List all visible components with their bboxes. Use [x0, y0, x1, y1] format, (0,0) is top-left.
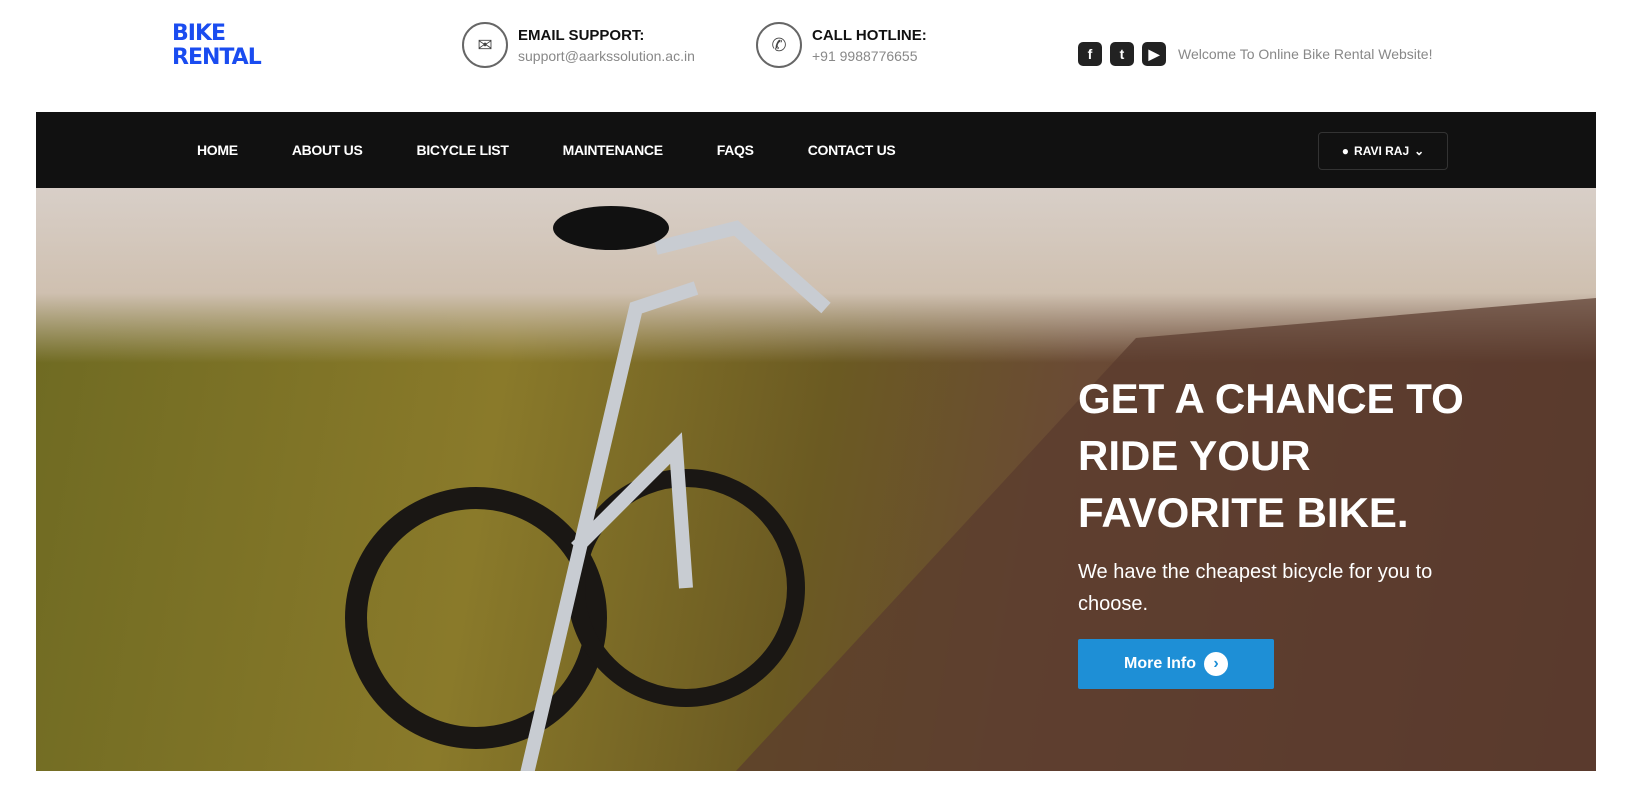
- arrow-right-circle-icon: ›: [1204, 652, 1228, 676]
- welcome-text: Welcome To Online Bike Rental Website!: [1178, 46, 1433, 62]
- email-label: EMAIL SUPPORT:: [518, 26, 645, 44]
- envelope-icon: ✉: [462, 22, 508, 68]
- logo-line-1: BIKE: [172, 21, 226, 46]
- social-links: f t ▶ Welcome To Online Bike Rental Webs…: [1078, 42, 1432, 66]
- nav-faqs[interactable]: FAQS: [717, 142, 754, 158]
- more-info-label: More Info: [1124, 655, 1196, 672]
- hero-banner: GET A CHANCE TO RIDE YOUR FAVORITE BIKE.…: [36, 188, 1596, 771]
- more-info-button[interactable]: More Info ›: [1078, 639, 1274, 689]
- logo-line-2: RENTAL: [172, 45, 262, 70]
- email-value[interactable]: support@aarkssolution.ac.in: [518, 48, 695, 64]
- user-name: RAVI RAJ: [1354, 144, 1410, 158]
- nav-about-us[interactable]: ABOUT US: [292, 142, 363, 158]
- nav-maintenance[interactable]: MAINTENANCE: [563, 142, 663, 158]
- email-support: ✉ EMAIL SUPPORT: support@aarkssolution.a…: [462, 22, 695, 68]
- hero-headline: GET A CHANCE TO RIDE YOUR FAVORITE BIKE.: [1078, 375, 1464, 536]
- hero-subtitle: We have the cheapest bicycle for you to …: [1078, 561, 1433, 615]
- youtube-icon[interactable]: ▶: [1142, 42, 1166, 66]
- twitter-icon[interactable]: t: [1110, 42, 1134, 66]
- nav-bicycle-list[interactable]: BICYCLE LIST: [417, 142, 509, 158]
- phone-icon: ✆: [756, 22, 802, 68]
- nav-home[interactable]: HOME: [197, 142, 238, 158]
- chevron-down-icon: ⌄: [1414, 144, 1425, 158]
- hotline-value[interactable]: +91 9988776655: [812, 48, 927, 64]
- main-nav: HOME ABOUT US BICYCLE LIST MAINTENANCE F…: [36, 112, 1596, 188]
- nav-contact-us[interactable]: CONTACT US: [808, 142, 896, 158]
- user-menu-button[interactable]: ● RAVI RAJ ⌄: [1318, 132, 1448, 170]
- facebook-icon[interactable]: f: [1078, 42, 1102, 66]
- bike-saddle: [553, 206, 669, 250]
- call-hotline: ✆ CALL HOTLINE: +91 9988776655: [756, 22, 927, 68]
- hotline-label: CALL HOTLINE:: [812, 26, 927, 44]
- site-logo[interactable]: BIKE RENTAL: [172, 22, 308, 82]
- user-icon: ●: [1341, 144, 1350, 158]
